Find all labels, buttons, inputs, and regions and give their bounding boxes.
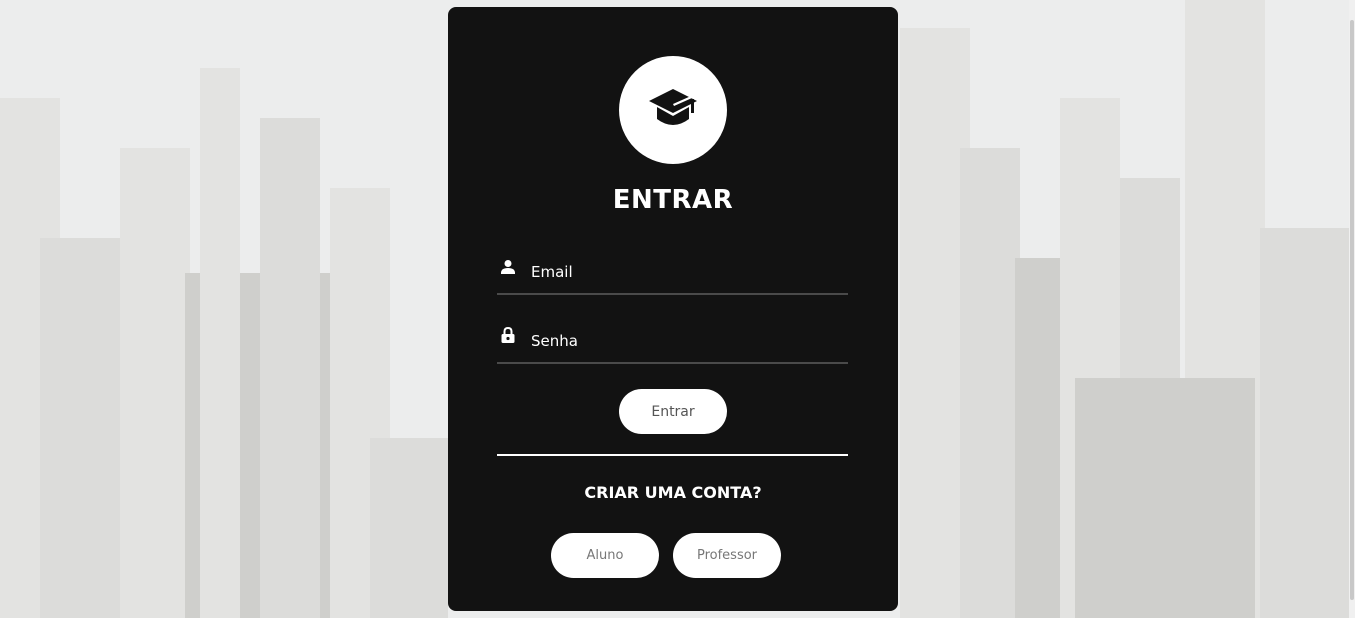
- signup-aluno-button[interactable]: Aluno: [551, 533, 659, 578]
- logo-avatar: [619, 56, 727, 164]
- divider: [497, 454, 848, 456]
- login-button[interactable]: Entrar: [619, 389, 727, 434]
- graduation-cap-icon: [649, 89, 697, 125]
- email-field[interactable]: [531, 261, 831, 283]
- create-account-heading: CRIAR UMA CONTA?: [584, 483, 762, 502]
- login-card: ENTRAR Entrar CRIAR UMA CONTA? Aluno Pro…: [448, 7, 898, 611]
- signup-professor-button[interactable]: Professor: [673, 533, 781, 578]
- password-field-container: [497, 322, 848, 364]
- email-field-container: [497, 253, 848, 295]
- scrollbar-thumb[interactable]: [1350, 20, 1354, 600]
- lock-icon: [501, 326, 515, 343]
- password-field[interactable]: [531, 330, 831, 352]
- person-icon: [501, 260, 515, 274]
- page-title: ENTRAR: [612, 185, 734, 215]
- scrollbar[interactable]: [1349, 0, 1355, 618]
